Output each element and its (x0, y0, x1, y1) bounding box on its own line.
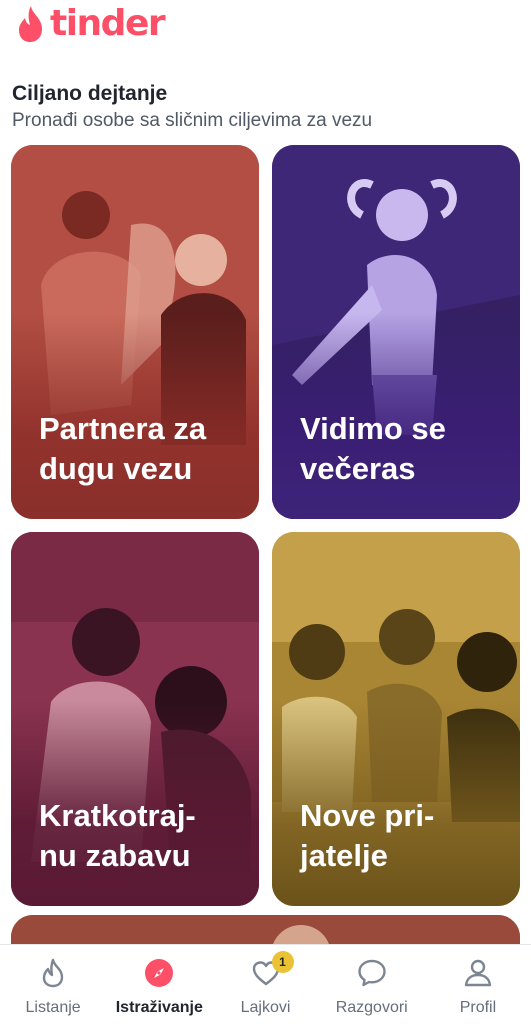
card-see-you-tonight[interactable]: Vidimo se večeras (272, 145, 520, 519)
nav-label: Razgovori (335, 999, 408, 1016)
tinder-logo[interactable]: tinder (14, 2, 166, 46)
flame-icon (42, 958, 64, 988)
bottom-nav: Listanje Istraživanje 1 Lajkovi Razgovor… (0, 944, 531, 1024)
card-new-friends[interactable]: Nove pri- jatelje (272, 532, 520, 906)
nav-label: Lajkovi (240, 999, 291, 1016)
flame-logo-icon (19, 6, 42, 42)
likes-badge: 1 (271, 951, 294, 973)
nav-item-istrazivanje[interactable]: Istraživanje (106, 945, 212, 1024)
card-label: Vidimo se večeras (300, 411, 446, 486)
logo-text: tinder (50, 3, 166, 44)
nav-label: Profil (459, 999, 497, 1016)
person-icon (464, 959, 492, 987)
nav-item-lajkovi[interactable]: 1 Lajkovi (212, 945, 318, 1024)
nav-label: Istraživanje (115, 999, 203, 1016)
compass-icon (145, 959, 174, 987)
chat-bubble-icon (358, 959, 386, 987)
nav-item-razgovori[interactable]: Razgovori (319, 945, 425, 1024)
card-label: Partnera za dugu vezu (39, 411, 207, 486)
nav-item-profil[interactable]: Profil (425, 945, 531, 1024)
card-label: Nove pri- jatelje (300, 798, 435, 873)
nav-label: Listanje (25, 999, 81, 1016)
nav-item-listanje[interactable]: Listanje (0, 945, 106, 1024)
card-label: Kratkotraj- nu zabavu (39, 798, 196, 873)
card-short-term-fun[interactable]: Kratkotraj- nu zabavu (11, 532, 259, 906)
section-title: Ciljano dejtanje (12, 82, 168, 105)
card-long-term-partner[interactable]: Partnera za dugu vezu (11, 145, 259, 519)
section-subtitle: Pronađi osobe sa sličnim ciljevima za ve… (12, 110, 373, 131)
top-bar: tinder (0, 0, 531, 60)
